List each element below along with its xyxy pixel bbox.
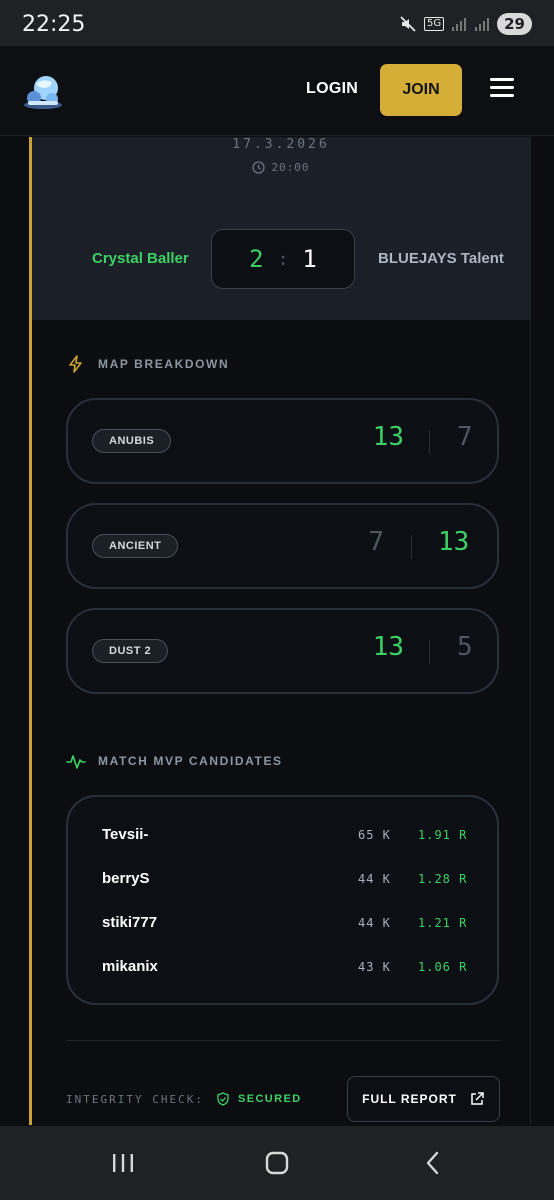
content-border — [530, 137, 531, 1125]
score-left: 2 — [249, 245, 264, 273]
player-name: stiki777 — [102, 914, 158, 931]
full-report-button[interactable]: FULL REPORT — [347, 1076, 500, 1122]
full-report-label: FULL REPORT — [362, 1092, 457, 1106]
player-kills: 43 K — [358, 960, 391, 974]
series-score: 2 : 1 — [211, 229, 355, 289]
player-rating: 1.06 R — [418, 960, 468, 974]
player-kills: 44 K — [358, 916, 391, 930]
home-icon[interactable] — [264, 1150, 290, 1176]
player-name: berryS — [102, 870, 150, 887]
map-score-left: 13 — [372, 632, 404, 662]
map-score-right: 13 — [438, 527, 470, 557]
map-score-divider — [411, 535, 412, 559]
map-name-badge: DUST 2 — [92, 639, 169, 663]
mvp-row[interactable]: stiki777 44 K 1.21 R — [68, 909, 501, 939]
integrity-status: SECURED — [237, 1093, 302, 1105]
status-bar: 22:25 5G 29 — [0, 0, 554, 46]
integrity-label: INTEGRITY CHECK: — [66, 1092, 204, 1106]
status-time: 22:25 — [22, 12, 86, 37]
5g-icon: 5G — [424, 17, 445, 31]
signal-icon — [452, 18, 467, 31]
player-rating: 1.28 R — [418, 872, 468, 886]
signal-icon — [475, 18, 490, 31]
battery-icon: 29 — [497, 13, 532, 35]
integrity-check: INTEGRITY CHECK: SECURED — [66, 1092, 302, 1106]
map-score-right: 7 — [457, 422, 473, 452]
hamburger-icon[interactable] — [490, 78, 514, 98]
map-breakdown-heading: MAP BREAKDOWN — [66, 354, 229, 374]
map-breakdown-title: MAP BREAKDOWN — [98, 357, 230, 371]
join-button[interactable]: JOIN — [380, 64, 462, 116]
site-header: LOGIN JOIN — [0, 46, 554, 136]
system-nav-bar — [0, 1126, 554, 1200]
team-left-name[interactable]: Crystal Baller — [92, 250, 189, 267]
external-link-icon — [471, 1092, 484, 1105]
map-name-badge: ANCIENT — [92, 534, 179, 558]
match-time-row: 20:00 — [32, 161, 530, 174]
player-rating: 1.21 R — [418, 916, 468, 930]
map-card[interactable]: ANUBIS 13 7 — [66, 398, 499, 484]
clock-icon — [252, 161, 266, 174]
mvp-title: MATCH MVP CANDIDATES — [98, 754, 283, 768]
globe-logo-icon[interactable] — [22, 72, 64, 110]
score-right: 1 — [302, 245, 317, 273]
activity-icon — [66, 755, 86, 769]
mvp-row[interactable]: Tevsii- 65 K 1.91 R — [68, 821, 501, 851]
mvp-row[interactable]: berryS 44 K 1.28 R — [68, 865, 501, 895]
shield-check-icon — [217, 1092, 229, 1106]
lightning-icon — [69, 355, 82, 373]
match-date: 17.3.2026 — [232, 137, 330, 152]
mvp-row[interactable]: mikanix 43 K 1.06 R — [68, 953, 501, 983]
player-kills: 65 K — [358, 828, 391, 842]
match-header-card: 17.3.2026 20:00 Crystal Baller 2 : 1 BLU… — [32, 137, 530, 320]
score-separator: : — [277, 248, 289, 270]
status-icons: 5G 29 — [399, 13, 532, 35]
map-score-right: 5 — [457, 632, 473, 662]
player-rating: 1.91 R — [418, 828, 468, 842]
map-score-divider — [429, 430, 430, 454]
map-score-divider — [429, 640, 430, 664]
map-score-left: 13 — [372, 422, 404, 452]
recent-apps-icon[interactable] — [110, 1150, 136, 1176]
footer-divider — [66, 1040, 500, 1041]
player-name: mikanix — [102, 958, 158, 975]
map-score-left: 7 — [368, 527, 384, 557]
login-link[interactable]: LOGIN — [306, 80, 358, 98]
player-kills: 44 K — [358, 872, 391, 886]
map-name-badge: ANUBIS — [92, 429, 172, 453]
team-right-name[interactable]: BLUEJAYS Talent — [378, 250, 504, 267]
map-card[interactable]: ANCIENT 7 13 — [66, 503, 499, 589]
map-card[interactable]: DUST 2 13 5 — [66, 608, 499, 694]
back-icon[interactable] — [420, 1150, 446, 1176]
mute-icon — [400, 16, 416, 32]
mvp-card: Tevsii- 65 K 1.91 R berryS 44 K 1.28 R s… — [66, 795, 499, 1005]
mvp-heading: MATCH MVP CANDIDATES — [66, 751, 283, 771]
match-time: 20:00 — [271, 161, 310, 174]
player-name: Tevsii- — [102, 826, 149, 843]
